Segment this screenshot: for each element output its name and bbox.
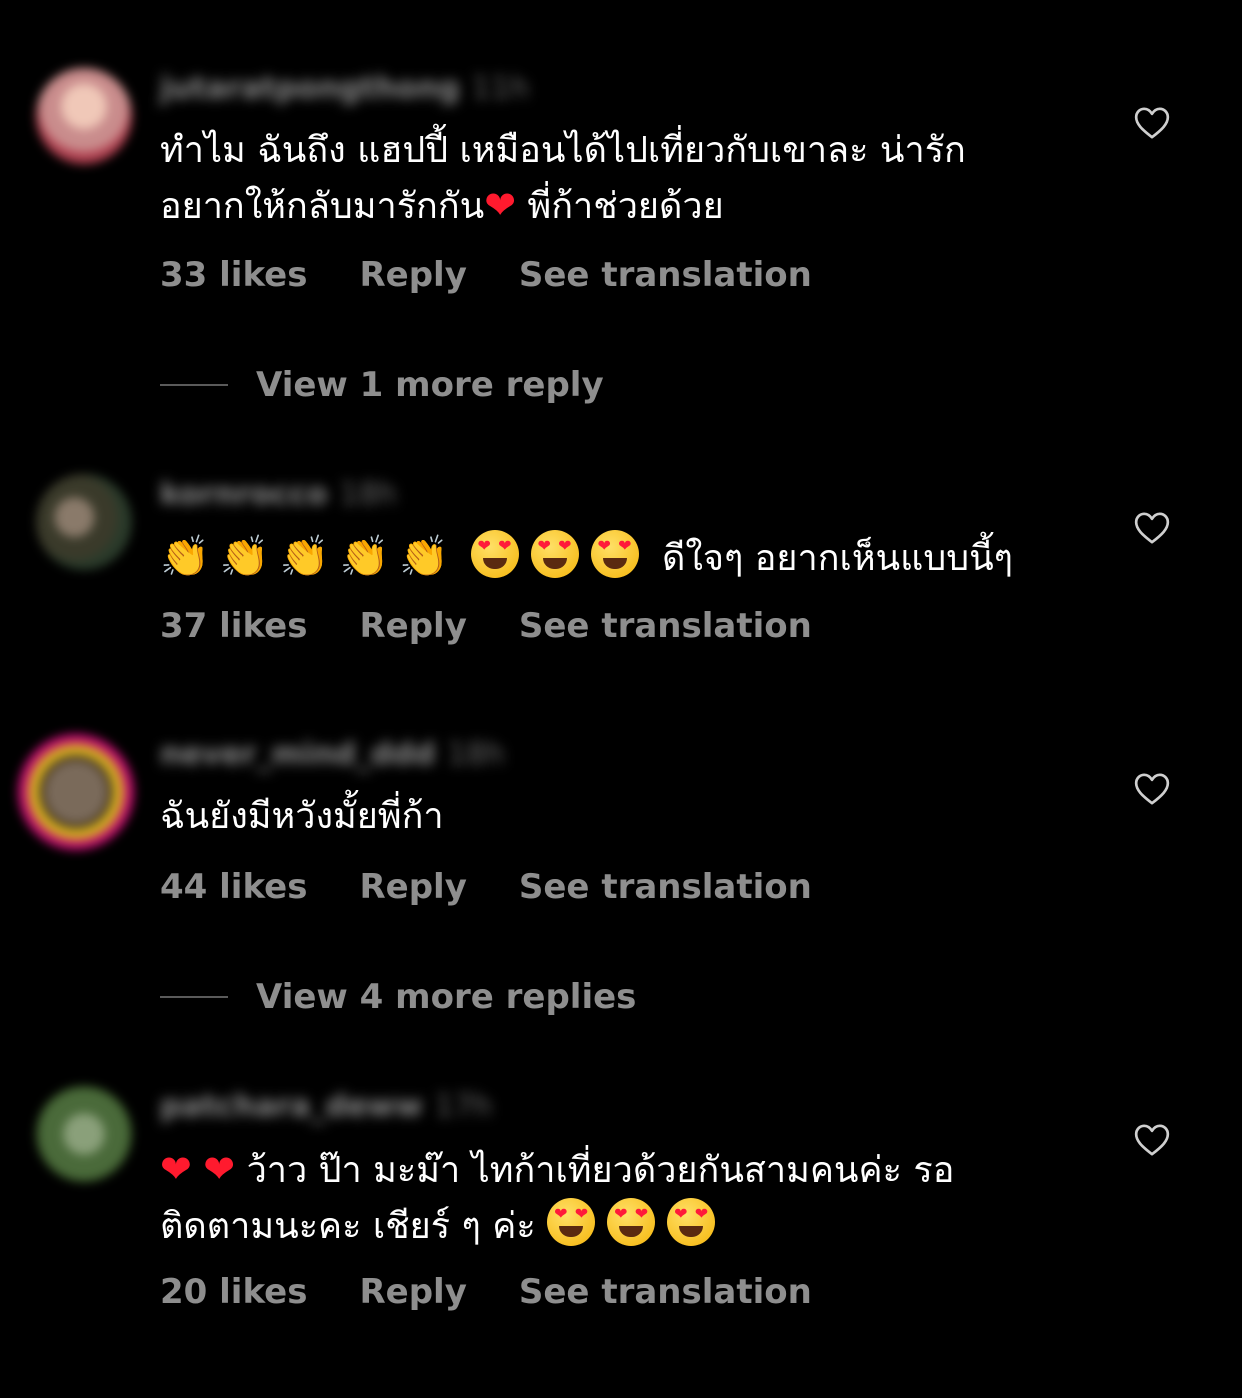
heart-outline-icon[interactable] xyxy=(1132,1120,1172,1160)
heart-eyes-emoji xyxy=(470,530,519,578)
comment-text: ฉันยังมีหวังมั้ยพี่ก้า xyxy=(160,790,1100,844)
heart-outline-icon[interactable] xyxy=(1132,508,1172,548)
avatar[interactable] xyxy=(36,1086,132,1182)
reply-button[interactable]: Reply xyxy=(359,867,466,907)
comment-actions: 33 likes Reply See translation xyxy=(160,253,864,297)
comment-text-line: ❤ ❤ ว้าว ป๊า มะม๊า ไทก้าเที่ยวด้วยกันสาม… xyxy=(160,1142,1100,1198)
likes-count[interactable]: 20 likes xyxy=(160,1272,307,1312)
comment-actions: 20 likes Reply See translation xyxy=(160,1270,864,1314)
view-replies-label[interactable]: View 1 more reply xyxy=(256,365,604,405)
see-translation-button[interactable]: See translation xyxy=(519,867,812,907)
timestamp: 17h xyxy=(434,1088,492,1124)
comment-text-segment: พี่ก้าช่วยด้วย xyxy=(516,186,724,227)
divider xyxy=(160,384,228,386)
heart-outline-icon[interactable] xyxy=(1132,103,1172,143)
heart-outline-icon[interactable] xyxy=(1132,769,1172,809)
clapping-hands-emoji: 👏 xyxy=(339,534,390,580)
likes-count[interactable]: 44 likes xyxy=(160,867,307,907)
comment-text: 👏👏👏👏👏 ดีใจๆ อยากเห็นแบบนี้ๆ xyxy=(160,530,1100,586)
red-heart-emoji: ❤ xyxy=(484,183,517,227)
divider xyxy=(160,996,228,998)
comment-header: never_mind_ddd 18h xyxy=(160,734,504,774)
heart-eyes-emoji xyxy=(590,530,639,578)
view-replies-button[interactable]: View 1 more reply xyxy=(160,363,604,407)
comment-text: ทำไม ฉันถึง แฮปปี้ เหมือนได้ไปเที่ยวกับเ… xyxy=(160,124,1100,234)
timestamp: 18h xyxy=(339,476,397,512)
comment-text-line: อยากให้กลับมารักกัน❤ พี่ก้าช่วยด้วย xyxy=(160,178,1100,234)
likes-count[interactable]: 33 likes xyxy=(160,255,307,295)
timestamp: 18h xyxy=(447,736,505,772)
clapping-hands-emoji: 👏 xyxy=(160,534,210,580)
see-translation-button[interactable]: See translation xyxy=(519,255,812,295)
heart-eyes-emoji xyxy=(530,530,579,578)
avatar[interactable] xyxy=(18,734,134,850)
clapping-hands-emoji: 👏 xyxy=(399,534,450,580)
reply-button[interactable]: Reply xyxy=(359,606,466,646)
comment-actions: 44 likes Reply See translation xyxy=(160,865,864,909)
username[interactable]: kornrocco xyxy=(160,477,328,512)
username[interactable]: patchara_deww xyxy=(160,1089,423,1124)
comment-text-segment: ดีใจๆ อยากเห็นแบบนี้ๆ xyxy=(661,538,1014,579)
username[interactable]: never_mind_ddd xyxy=(160,737,435,772)
heart-eyes-emoji xyxy=(607,1198,656,1246)
reply-button[interactable]: Reply xyxy=(359,1272,466,1312)
timestamp: 11h xyxy=(471,70,529,106)
comment-text-segment: ติดตามนะคะ เชียร์ ๆ ค่ะ xyxy=(160,1206,548,1247)
clapping-hands-emoji: 👏 xyxy=(279,534,330,580)
comment-text-segment: อยากให้กลับมารักกัน xyxy=(160,186,485,227)
comment-text-line: ทำไม ฉันถึง แฮปปี้ เหมือนได้ไปเที่ยวกับเ… xyxy=(160,130,966,171)
reply-button[interactable]: Reply xyxy=(359,255,466,295)
comment-text-segment: ว้าว ป๊า มะม๊า ไทก้าเที่ยวด้วยกันสามคนค่… xyxy=(235,1150,955,1191)
comment-text-line: ฉันยังมีหวังมั้ยพี่ก้า xyxy=(160,796,444,837)
likes-count[interactable]: 37 likes xyxy=(160,606,307,646)
heart-eyes-emoji xyxy=(547,1198,596,1246)
view-replies-label[interactable]: View 4 more replies xyxy=(256,977,636,1017)
username[interactable]: jutaratpongthong xyxy=(160,71,460,106)
comment-header: patchara_deww 17h xyxy=(160,1086,492,1126)
avatar[interactable] xyxy=(36,474,132,570)
red-heart-emoji: ❤ xyxy=(160,1147,192,1191)
comment-text: ❤ ❤ ว้าว ป๊า มะม๊า ไทก้าเที่ยวด้วยกันสาม… xyxy=(160,1142,1100,1254)
comment-header: kornrocco 18h xyxy=(160,474,397,514)
comment-header: jutaratpongthong 11h xyxy=(160,68,529,108)
comment-text-line: ติดตามนะคะ เชียร์ ๆ ค่ะ xyxy=(160,1198,1100,1254)
see-translation-button[interactable]: See translation xyxy=(519,1272,812,1312)
clapping-hands-emoji: 👏 xyxy=(219,534,270,580)
comment-actions: 37 likes Reply See translation xyxy=(160,604,864,648)
view-replies-button[interactable]: View 4 more replies xyxy=(160,975,636,1019)
avatar[interactable] xyxy=(36,68,132,164)
see-translation-button[interactable]: See translation xyxy=(519,606,812,646)
heart-eyes-emoji xyxy=(667,1198,716,1246)
red-heart-emoji: ❤ xyxy=(203,1147,236,1191)
